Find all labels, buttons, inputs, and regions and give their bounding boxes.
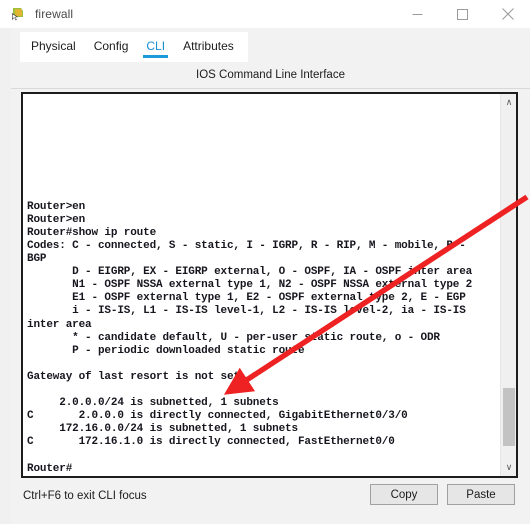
cli-output-text: Router>en Router>en Router#show ip route… (27, 200, 473, 475)
maximize-button[interactable] (440, 0, 485, 28)
terminal-scrollbar[interactable]: ∧ ∨ (500, 94, 516, 476)
copy-button[interactable]: Copy (370, 484, 438, 505)
content-panel: Physical Config CLI Attributes IOS Comma… (11, 28, 530, 524)
tab-config[interactable]: Config (94, 32, 129, 53)
cli-focus-hint: Ctrl+F6 to exit CLI focus (23, 490, 147, 502)
tab-attributes[interactable]: Attributes (183, 32, 234, 53)
footer-bar: Ctrl+F6 to exit CLI focus Copy Paste (11, 480, 530, 524)
window-titlebar: firewall (0, 0, 530, 28)
scroll-up-arrow-icon[interactable]: ∧ (501, 94, 516, 111)
scrollbar-thumb[interactable] (503, 388, 515, 446)
window-controls (395, 0, 530, 28)
panel-divider (11, 88, 530, 89)
cli-terminal[interactable]: Router>en Router>en Router#show ip route… (21, 92, 518, 478)
cli-header-label: IOS Command Line Interface (196, 69, 345, 81)
scroll-down-arrow-icon[interactable]: ∨ (501, 459, 516, 476)
packet-tracer-device-icon (10, 6, 26, 22)
close-button[interactable] (485, 0, 530, 28)
paste-button[interactable]: Paste (447, 484, 515, 505)
window-body: Physical Config CLI Attributes IOS Comma… (0, 28, 530, 524)
window-title: firewall (35, 7, 74, 21)
tab-cli[interactable]: CLI (143, 32, 168, 58)
minimize-button[interactable] (395, 0, 440, 28)
tab-bar: Physical Config CLI Attributes (20, 32, 248, 62)
tab-physical[interactable]: Physical (31, 32, 76, 53)
